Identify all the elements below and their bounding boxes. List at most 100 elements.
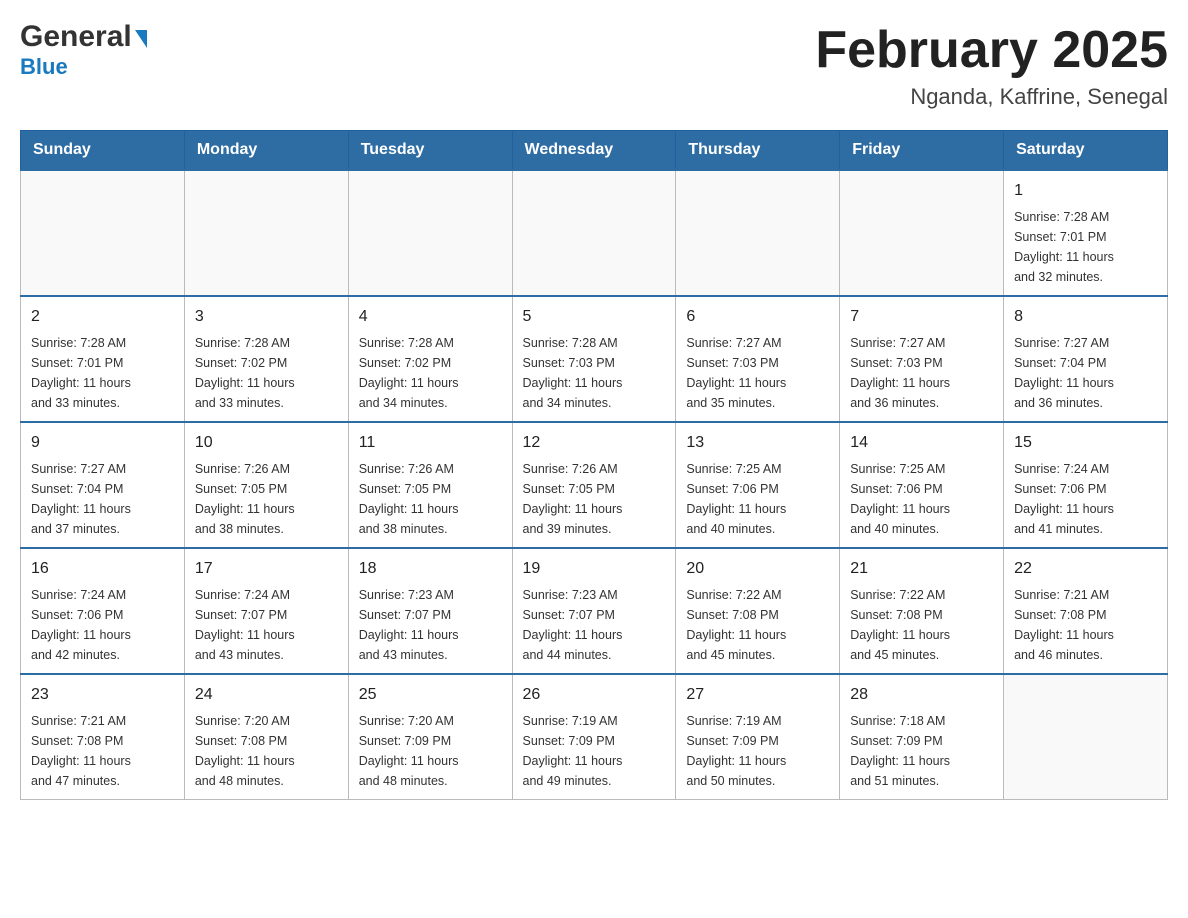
day-info-text: Sunrise: 7:27 AMSunset: 7:03 PMDaylight:… <box>686 333 829 413</box>
calendar-day-cell: 25 Sunrise: 7:20 AMSunset: 7:09 PMDayligh… <box>348 674 512 800</box>
day-info-text: Sunrise: 7:28 AMSunset: 7:01 PMDaylight:… <box>1014 207 1157 287</box>
day-number: 2 <box>31 305 174 329</box>
day-number: 7 <box>850 305 993 329</box>
calendar-day-cell: 28 Sunrise: 7:18 AMSunset: 7:09 PMDayligh… <box>840 674 1004 800</box>
calendar-day-cell: 18 Sunrise: 7:23 AMSunset: 7:07 PMDayligh… <box>348 548 512 674</box>
calendar-day-cell: 3Sunrise: 7:28 AMSunset: 7:02 PMDaylight… <box>184 296 348 422</box>
calendar-day-cell: 10 Sunrise: 7:26 AMSunset: 7:05 PMDayligh… <box>184 422 348 548</box>
calendar-week-row: 9Sunrise: 7:27 AMSunset: 7:04 PMDaylight… <box>21 422 1168 548</box>
day-number: 18 <box>359 557 502 581</box>
calendar-day-cell <box>1004 674 1168 800</box>
day-info-text: Sunrise: 7:22 AMSunset: 7:08 PMDaylight:… <box>686 585 829 665</box>
day-of-week-header: Friday <box>840 131 1004 171</box>
calendar-day-cell: 2 Sunrise: 7:28 AMSunset: 7:01 PMDaylight… <box>21 296 185 422</box>
day-info-text: Sunrise: 7:22 AMSunset: 7:08 PMDaylight:… <box>850 585 993 665</box>
day-info-text: Sunrise: 7:28 AMSunset: 7:03 PMDaylight:… <box>523 333 666 413</box>
day-number: 1 <box>1014 179 1157 203</box>
day-number: 14 <box>850 431 993 455</box>
day-info-text: Sunrise: 7:26 AMSunset: 7:05 PMDaylight:… <box>195 459 338 539</box>
calendar-day-cell: 9Sunrise: 7:27 AMSunset: 7:04 PMDaylight… <box>21 422 185 548</box>
calendar-day-cell: 21 Sunrise: 7:22 AMSunset: 7:08 PMDayligh… <box>840 548 1004 674</box>
day-info-text: Sunrise: 7:28 AMSunset: 7:01 PMDaylight:… <box>31 333 174 413</box>
day-number: 19 <box>523 557 666 581</box>
day-info-text: Sunrise: 7:18 AMSunset: 7:09 PMDaylight:… <box>850 711 993 791</box>
calendar-header: SundayMondayTuesdayWednesdayThursdayFrid… <box>21 131 1168 171</box>
calendar-day-cell: 20Sunrise: 7:22 AMSunset: 7:08 PMDayligh… <box>676 548 840 674</box>
calendar-day-cell: 23 Sunrise: 7:21 AMSunset: 7:08 PMDayligh… <box>21 674 185 800</box>
calendar-day-cell: 24Sunrise: 7:20 AMSunset: 7:08 PMDayligh… <box>184 674 348 800</box>
day-number: 4 <box>359 305 502 329</box>
calendar-day-cell <box>676 170 840 296</box>
day-number: 6 <box>686 305 829 329</box>
calendar-day-cell: 16Sunrise: 7:24 AMSunset: 7:06 PMDayligh… <box>21 548 185 674</box>
calendar-week-row: 23 Sunrise: 7:21 AMSunset: 7:08 PMDayligh… <box>21 674 1168 800</box>
day-info-text: Sunrise: 7:19 AMSunset: 7:09 PMDaylight:… <box>686 711 829 791</box>
calendar-week-row: 16Sunrise: 7:24 AMSunset: 7:06 PMDayligh… <box>21 548 1168 674</box>
calendar-day-cell: 6 Sunrise: 7:27 AMSunset: 7:03 PMDaylight… <box>676 296 840 422</box>
day-number: 12 <box>523 431 666 455</box>
day-number: 13 <box>686 431 829 455</box>
day-info-text: Sunrise: 7:25 AMSunset: 7:06 PMDaylight:… <box>850 459 993 539</box>
day-number: 26 <box>523 683 666 707</box>
calendar-day-cell: 12 Sunrise: 7:26 AMSunset: 7:05 PMDayligh… <box>512 422 676 548</box>
calendar-day-cell: 27 Sunrise: 7:19 AMSunset: 7:09 PMDayligh… <box>676 674 840 800</box>
calendar-day-cell: 22 Sunrise: 7:21 AMSunset: 7:08 PMDayligh… <box>1004 548 1168 674</box>
logo-general-text: General <box>20 20 132 54</box>
day-info-text: Sunrise: 7:28 AMSunset: 7:02 PMDaylight:… <box>359 333 502 413</box>
day-info-text: Sunrise: 7:26 AMSunset: 7:05 PMDaylight:… <box>359 459 502 539</box>
calendar-table: SundayMondayTuesdayWednesdayThursdayFrid… <box>20 130 1168 800</box>
calendar-day-cell <box>840 170 1004 296</box>
day-number: 5 <box>523 305 666 329</box>
day-number: 25 <box>359 683 502 707</box>
day-number: 8 <box>1014 305 1157 329</box>
day-of-week-header: Tuesday <box>348 131 512 171</box>
calendar-day-cell: 17Sunrise: 7:24 AMSunset: 7:07 PMDayligh… <box>184 548 348 674</box>
day-info-text: Sunrise: 7:23 AMSunset: 7:07 PMDaylight:… <box>359 585 502 665</box>
calendar-day-cell: 8 Sunrise: 7:27 AMSunset: 7:04 PMDaylight… <box>1004 296 1168 422</box>
day-info-text: Sunrise: 7:20 AMSunset: 7:08 PMDaylight:… <box>195 711 338 791</box>
day-number: 10 <box>195 431 338 455</box>
day-number: 23 <box>31 683 174 707</box>
month-title: February 2025 <box>815 20 1168 80</box>
day-info-text: Sunrise: 7:21 AMSunset: 7:08 PMDaylight:… <box>1014 585 1157 665</box>
day-info-text: Sunrise: 7:21 AMSunset: 7:08 PMDaylight:… <box>31 711 174 791</box>
calendar-day-cell: 13 Sunrise: 7:25 AMSunset: 7:06 PMDayligh… <box>676 422 840 548</box>
calendar-day-cell <box>21 170 185 296</box>
day-of-week-header: Wednesday <box>512 131 676 171</box>
page-header: General Blue February 2025 Nganda, Kaffr… <box>20 20 1168 110</box>
calendar-day-cell: 26 Sunrise: 7:19 AMSunset: 7:09 PMDayligh… <box>512 674 676 800</box>
day-info-text: Sunrise: 7:28 AMSunset: 7:02 PMDaylight:… <box>195 333 338 413</box>
location-text: Nganda, Kaffrine, Senegal <box>815 84 1168 110</box>
calendar-day-cell: 14 Sunrise: 7:25 AMSunset: 7:06 PMDayligh… <box>840 422 1004 548</box>
calendar-day-cell <box>512 170 676 296</box>
day-of-week-header: Saturday <box>1004 131 1168 171</box>
calendar-day-cell: 19 Sunrise: 7:23 AMSunset: 7:07 PMDayligh… <box>512 548 676 674</box>
days-of-week-row: SundayMondayTuesdayWednesdayThursdayFrid… <box>21 131 1168 171</box>
day-number: 9 <box>31 431 174 455</box>
day-info-text: Sunrise: 7:25 AMSunset: 7:06 PMDaylight:… <box>686 459 829 539</box>
day-info-text: Sunrise: 7:20 AMSunset: 7:09 PMDaylight:… <box>359 711 502 791</box>
day-of-week-header: Monday <box>184 131 348 171</box>
day-number: 21 <box>850 557 993 581</box>
calendar-week-row: 2 Sunrise: 7:28 AMSunset: 7:01 PMDaylight… <box>21 296 1168 422</box>
day-of-week-header: Thursday <box>676 131 840 171</box>
day-number: 15 <box>1014 431 1157 455</box>
logo-triangle-icon <box>135 30 147 48</box>
day-info-text: Sunrise: 7:19 AMSunset: 7:09 PMDaylight:… <box>523 711 666 791</box>
day-info-text: Sunrise: 7:27 AMSunset: 7:04 PMDaylight:… <box>1014 333 1157 413</box>
logo-blue-text: Blue <box>20 56 68 78</box>
day-info-text: Sunrise: 7:24 AMSunset: 7:06 PMDaylight:… <box>31 585 174 665</box>
logo: General Blue <box>20 20 147 78</box>
day-number: 27 <box>686 683 829 707</box>
day-number: 28 <box>850 683 993 707</box>
day-info-text: Sunrise: 7:23 AMSunset: 7:07 PMDaylight:… <box>523 585 666 665</box>
day-number: 11 <box>359 431 502 455</box>
day-number: 22 <box>1014 557 1157 581</box>
calendar-day-cell <box>184 170 348 296</box>
calendar-day-cell: 11 Sunrise: 7:26 AMSunset: 7:05 PMDayligh… <box>348 422 512 548</box>
calendar-day-cell: 5 Sunrise: 7:28 AMSunset: 7:03 PMDaylight… <box>512 296 676 422</box>
day-info-text: Sunrise: 7:26 AMSunset: 7:05 PMDaylight:… <box>523 459 666 539</box>
calendar-week-row: 1 Sunrise: 7:28 AMSunset: 7:01 PMDaylight… <box>21 170 1168 296</box>
calendar-day-cell: 4 Sunrise: 7:28 AMSunset: 7:02 PMDaylight… <box>348 296 512 422</box>
day-info-text: Sunrise: 7:24 AMSunset: 7:07 PMDaylight:… <box>195 585 338 665</box>
